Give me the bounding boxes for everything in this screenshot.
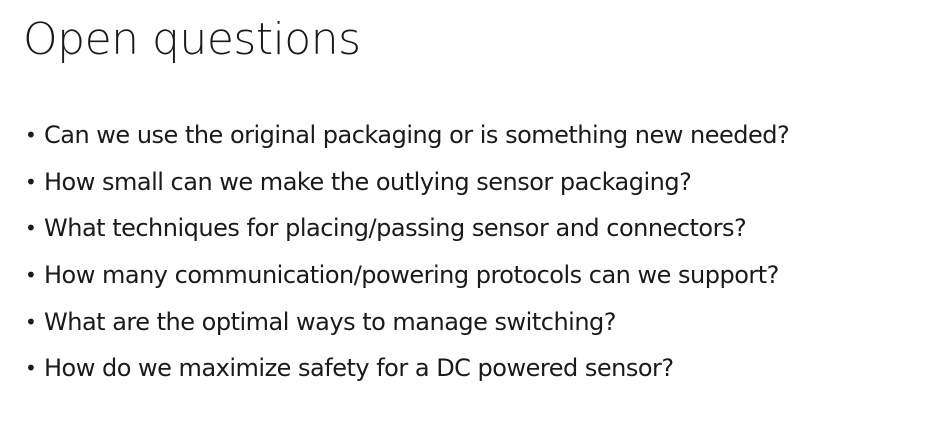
bullet-text: How do we maximize safety for a DC power… xyxy=(44,354,674,383)
bullet-dot-icon: • xyxy=(25,216,37,241)
bullet-text: Can we use the original packaging or is … xyxy=(44,121,790,149)
bullet-text: How small can we make the outlying senso… xyxy=(44,167,692,196)
bullet-dot-icon: • xyxy=(25,169,37,194)
bullet-dot-icon: • xyxy=(25,309,37,334)
bullet-text: How many communication/powering protocol… xyxy=(44,261,779,290)
slide: Open questions • Can we use the original… xyxy=(0,0,929,423)
slide-title: Open questions xyxy=(23,14,361,65)
bullet-dot-icon: • xyxy=(25,263,37,288)
bullet-dot-icon: • xyxy=(25,123,37,147)
bullet-text: What are the optimal ways to manage swit… xyxy=(44,307,617,336)
bullet-text: What techniques for placing/passing sens… xyxy=(44,214,747,243)
bullet-dot-icon: • xyxy=(25,356,37,381)
